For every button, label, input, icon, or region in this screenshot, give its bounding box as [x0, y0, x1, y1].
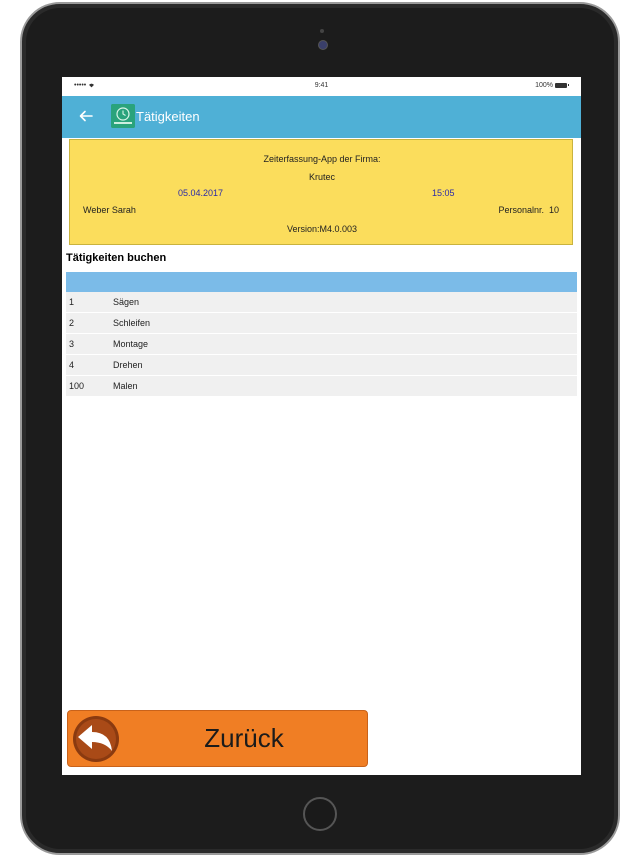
app-version: Version:M4.0.003 [286, 224, 358, 234]
app-logo-icon [111, 104, 135, 128]
activity-name: Montage [113, 339, 149, 349]
activity-number: 2 [69, 318, 75, 328]
battery-icon [555, 82, 569, 88]
home-button[interactable] [303, 797, 337, 831]
table-row[interactable]: 2 Schleifen [66, 313, 577, 334]
current-date: 05.04.2017 [178, 188, 224, 198]
battery-percent: 100% [535, 82, 553, 89]
camera-icon [318, 40, 328, 50]
back-button-label: Zurück [204, 723, 284, 753]
table-row[interactable]: 1 Sägen [66, 292, 577, 313]
activity-name: Malen [113, 381, 138, 391]
personnel-number: Personalnr. 10 [498, 205, 559, 215]
app-bar: Tätigkeiten [62, 96, 581, 138]
table-header [66, 272, 577, 292]
activity-number: 100 [69, 381, 85, 391]
table-row[interactable]: 100 Malen [66, 376, 577, 397]
activity-table: 1 Sägen 2 Schleifen 3 Montage 4 Drehen 1… [66, 272, 577, 397]
activity-name: Drehen [113, 360, 143, 370]
activity-name: Sägen [113, 297, 140, 307]
current-time: 15:05 [432, 188, 455, 198]
page-title: Tätigkeiten [136, 109, 200, 124]
section-title: Tätigkeiten buchen [66, 252, 167, 264]
activity-number: 3 [69, 339, 75, 349]
status-time: 9:41 [314, 82, 329, 89]
table-row[interactable]: 4 Drehen [66, 355, 577, 376]
table-row[interactable]: 3 Montage [66, 334, 577, 355]
company-caption: Zeiterfassung-App der Firma: [263, 154, 381, 164]
back-button[interactable]: Zurück [67, 710, 368, 767]
app-screen: ••••• 9:41 100% Tätigkeiten Zeiterfassun… [62, 77, 581, 775]
status-bar: ••••• 9:41 100% [62, 77, 581, 95]
back-arrow-icon[interactable] [78, 108, 94, 124]
activity-number: 4 [69, 360, 75, 370]
battery-indicator: 100% [535, 82, 569, 89]
activity-number: 1 [69, 297, 75, 307]
personnel-value: 10 [548, 205, 559, 215]
return-arrow-icon [73, 716, 119, 762]
sensor-dot [320, 29, 324, 33]
employee-name: Weber Sarah [83, 205, 136, 215]
info-panel: Zeiterfassung-App der Firma: Krutec 05.0… [69, 139, 573, 245]
personnel-label: Personalnr. [498, 205, 544, 215]
company-name: Krutec [308, 172, 335, 182]
activity-name: Schleifen [113, 318, 151, 328]
